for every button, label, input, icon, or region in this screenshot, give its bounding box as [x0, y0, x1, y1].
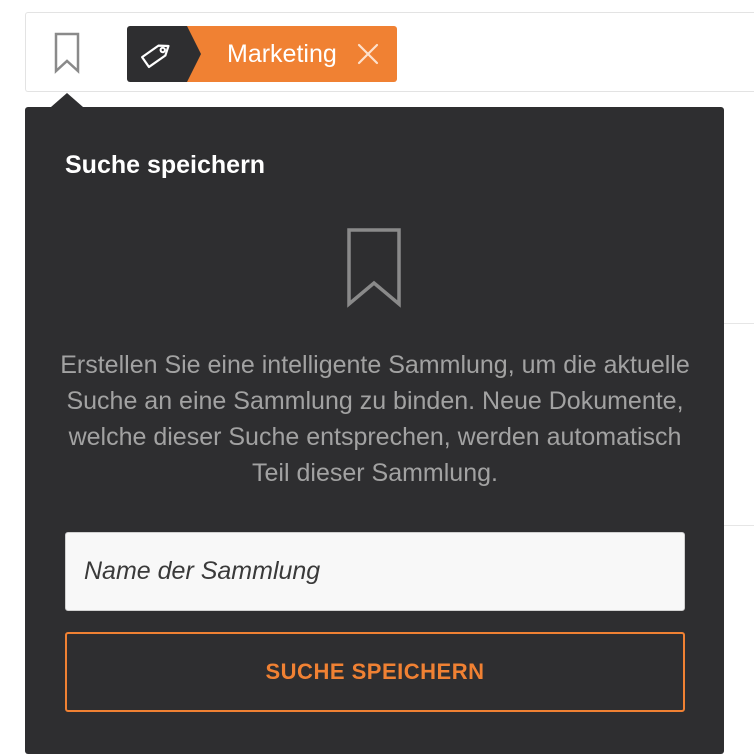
- tag-label-box: Marketing: [187, 26, 397, 82]
- tag-icon-box: [127, 26, 201, 82]
- tag-icon-wedge: [187, 26, 201, 82]
- save-search-toggle-button[interactable]: [48, 29, 86, 77]
- stage: Marketing Suche speichern Erstellen Sie …: [0, 0, 754, 754]
- collection-name-input[interactable]: [65, 532, 685, 611]
- popover-description: Erstellen Sie eine intelligente Sammlung…: [60, 351, 690, 487]
- popover-arrow: [51, 93, 83, 107]
- active-tag-filter[interactable]: Marketing: [127, 26, 397, 82]
- close-icon: [357, 43, 378, 65]
- bookmark-outline-icon: [347, 228, 401, 308]
- background-divider: [724, 525, 754, 526]
- save-search-popover: Suche speichern Erstellen Sie eine intel…: [25, 107, 724, 754]
- background-divider: [724, 323, 754, 324]
- tag-icon: [140, 44, 170, 69]
- tag-remove-button[interactable]: [357, 43, 379, 65]
- tag-label: Marketing: [227, 39, 337, 68]
- popover-title: Suche speichern: [65, 151, 266, 179]
- save-search-button[interactable]: SUCHE SPEICHERN: [65, 632, 685, 712]
- bookmark-outline-icon: [54, 32, 80, 74]
